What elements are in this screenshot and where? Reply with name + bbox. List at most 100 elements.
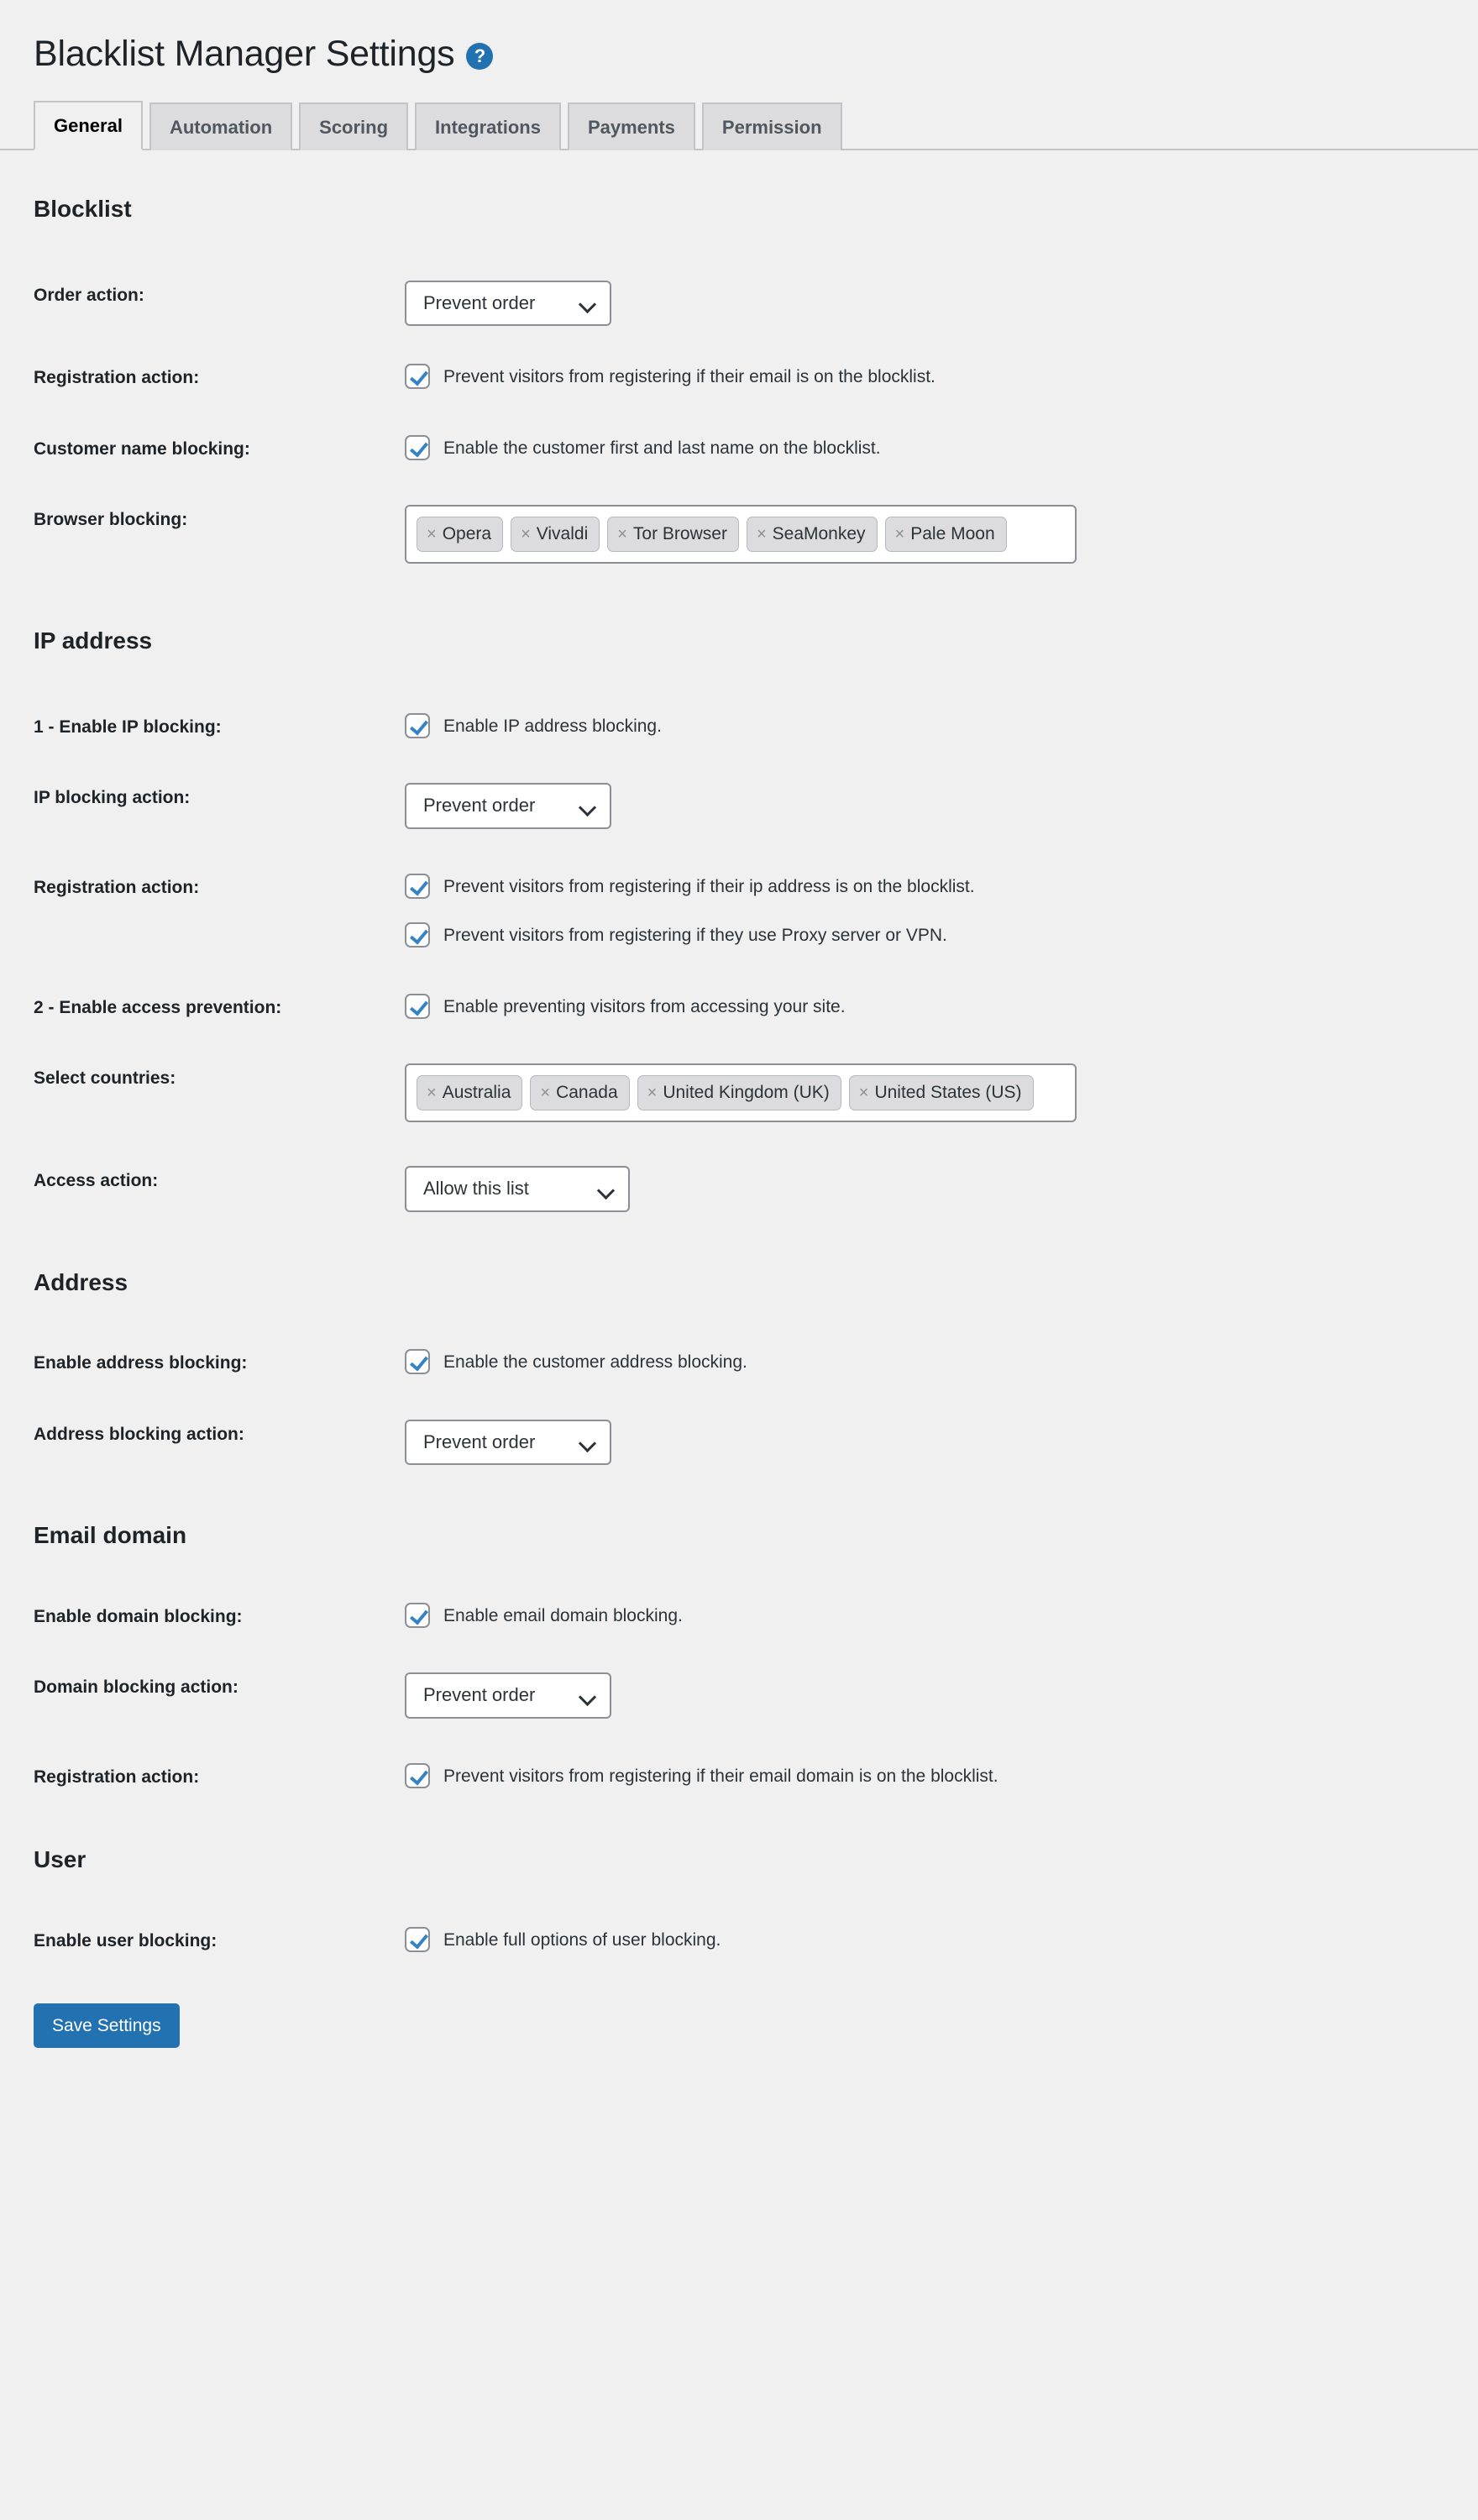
tab-integrations[interactable]: Integrations [415, 102, 561, 151]
label-registration-action-email: Registration action: [34, 368, 200, 388]
tab-payments[interactable]: Payments [567, 102, 695, 151]
field-row-domain-blocking-action: Domain blocking action: Prevent order [34, 1672, 1478, 1719]
label-order-action: Order action: [34, 285, 144, 305]
tag-label: United Kingdom (UK) [663, 1083, 830, 1103]
field-enable-ip-blocking: Enable IP address blocking. [405, 712, 1478, 739]
enable-address-blocking-checkbox-label: Enable the customer address blocking. [443, 1352, 747, 1373]
tag-item[interactable]: × United States (US) [848, 1075, 1034, 1111]
remove-tag-icon[interactable]: × [427, 526, 437, 543]
checkbox-row: Enable preventing visitors from accessin… [405, 993, 1478, 1020]
registration-proxy-vpn-checkbox[interactable] [405, 922, 430, 948]
field-select-countries: × Australia × Canada × United Kingdom (UK) … [405, 1063, 1478, 1123]
tag-label: Canada [556, 1083, 618, 1103]
tab-permission[interactable]: Permission [701, 102, 842, 151]
page-header: Blacklist Manager Settings ? [0, 0, 1478, 77]
tab-automation[interactable]: Automation [149, 102, 293, 151]
field-row-enable-access-prevention: 2 - Enable access prevention: Enable pre… [34, 993, 1478, 1020]
checkbox-row: Enable the customer first and last name … [405, 434, 1478, 461]
field-row-enable-user-blocking: Enable user blocking: Enable full option… [34, 1926, 1478, 1953]
tag-label: Tor Browser [632, 524, 727, 544]
tag-item[interactable]: × United Kingdom (UK) [637, 1075, 841, 1111]
page-title: Blacklist Manager Settings [34, 34, 455, 74]
enable-domain-blocking-checkbox[interactable] [405, 1602, 430, 1628]
select-countries-multiselect[interactable]: × Australia × Canada × United Kingdom (UK) … [405, 1063, 1077, 1123]
label-registration-action-domain: Registration action: [34, 1767, 200, 1787]
enable-domain-blocking-checkbox-label: Enable email domain blocking. [443, 1605, 683, 1625]
tag-label: Pale Moon [910, 524, 995, 544]
tag-item[interactable]: × Pale Moon [884, 517, 1007, 553]
remove-tag-icon[interactable]: × [647, 1084, 658, 1101]
save-settings-button[interactable]: Save Settings [34, 2003, 180, 2049]
checkbox-row: Enable full options of user blocking. [405, 1926, 1478, 1953]
checkbox-row: Prevent visitors from registering if the… [405, 363, 1478, 390]
order-action-select[interactable]: Prevent order [405, 280, 611, 327]
label-enable-address-blocking: Enable address blocking: [34, 1353, 248, 1373]
field-enable-access-prevention: Enable preventing visitors from accessin… [405, 993, 1478, 1020]
field-row-registration-action-ip: Registration action: Prevent visitors fr… [34, 873, 1478, 949]
address-blocking-action-select[interactable]: Prevent order [405, 1419, 611, 1466]
customer-name-blocking-checkbox[interactable] [405, 434, 430, 460]
tag-item[interactable]: × Tor Browser [607, 517, 739, 553]
chevron-down-icon [579, 1437, 596, 1447]
remove-tag-icon[interactable]: × [540, 1084, 550, 1101]
remove-tag-icon[interactable]: × [757, 526, 767, 543]
field-row-enable-address-blocking: Enable address blocking: Enable the cust… [34, 1348, 1478, 1375]
registration-proxy-vpn-checkbox-label: Prevent visitors from registering if the… [443, 926, 947, 946]
help-circle-icon[interactable]: ? [466, 42, 494, 70]
field-row-select-countries: Select countries: × Australia × Canada × Un… [34, 1063, 1478, 1123]
registration-ip-checkbox-label: Prevent visitors from registering if the… [443, 876, 975, 896]
registration-domain-checkbox-label: Prevent visitors from registering if the… [443, 1766, 998, 1786]
field-row-browser-blocking: Browser blocking: × Opera × Vivaldi × Tor B… [34, 505, 1478, 564]
label-address-blocking-action: Address blocking action: [34, 1424, 244, 1444]
label-domain-blocking-action: Domain blocking action: [34, 1677, 238, 1698]
registration-email-checkbox[interactable] [405, 364, 430, 390]
enable-user-blocking-checkbox-label: Enable full options of user blocking. [443, 1929, 721, 1950]
section-heading-user: User [34, 1846, 86, 1873]
checkbox-row: Enable IP address blocking. [405, 712, 1478, 739]
field-address-blocking-action: Prevent order [405, 1419, 1478, 1466]
field-row-customer-name-blocking: Customer name blocking: Enable the custo… [34, 434, 1478, 461]
registration-ip-checkbox[interactable] [405, 873, 430, 899]
tag-item[interactable]: × SeaMonkey [746, 517, 878, 553]
enable-ip-blocking-checkbox[interactable] [405, 712, 430, 738]
browser-blocking-multiselect[interactable]: × Opera × Vivaldi × Tor Browser × SeaMonkey … [405, 505, 1077, 564]
field-access-action: Allow this list [405, 1166, 1478, 1213]
label-access-action: Access action: [34, 1171, 159, 1191]
domain-blocking-action-select[interactable]: Prevent order [405, 1672, 611, 1719]
enable-ip-blocking-checkbox-label: Enable IP address blocking. [443, 716, 662, 736]
enable-address-blocking-checkbox[interactable] [405, 1349, 430, 1375]
field-customer-name-blocking: Enable the customer first and last name … [405, 434, 1478, 461]
chevron-down-icon [579, 801, 596, 811]
chevron-down-icon [579, 1691, 596, 1701]
remove-tag-icon[interactable]: × [427, 1084, 437, 1101]
tag-item[interactable]: × Canada [530, 1075, 630, 1111]
tag-item[interactable]: × Australia [417, 1075, 523, 1111]
enable-user-blocking-checkbox[interactable] [405, 1926, 430, 1952]
tab-scoring[interactable]: Scoring [299, 102, 409, 151]
checkbox-row: Enable the customer address blocking. [405, 1348, 1478, 1375]
registration-domain-checkbox[interactable] [405, 1762, 430, 1788]
label-registration-action-ip: Registration action: [34, 877, 200, 897]
remove-tag-icon[interactable]: × [859, 1084, 869, 1101]
label-ip-blocking-action: IP blocking action: [34, 788, 191, 808]
section-heading-ip-address: IP address [34, 627, 153, 654]
field-domain-blocking-action: Prevent order [405, 1672, 1478, 1719]
ip-blocking-action-select[interactable]: Prevent order [405, 783, 611, 829]
chevron-down-icon [598, 1184, 615, 1194]
remove-tag-icon[interactable]: × [521, 526, 531, 543]
access-action-select[interactable]: Allow this list [405, 1166, 630, 1213]
tag-item[interactable]: × Vivaldi [511, 517, 600, 553]
field-row-ip-blocking-action: IP blocking action: Prevent order [34, 783, 1478, 829]
tag-label: Australia [442, 1083, 511, 1103]
tag-item[interactable]: × Opera [417, 517, 504, 553]
section-heading-email-domain: Email domain [34, 1522, 187, 1549]
tag-label: Opera [442, 524, 492, 544]
label-select-countries: Select countries: [34, 1068, 176, 1089]
tag-label: SeaMonkey [772, 524, 866, 544]
remove-tag-icon[interactable]: × [895, 526, 905, 543]
tab-general[interactable]: General [34, 100, 143, 151]
enable-access-prevention-checkbox[interactable] [405, 993, 430, 1019]
remove-tag-icon[interactable]: × [617, 526, 627, 543]
access-action-value: Allow this list [423, 1178, 529, 1200]
label-browser-blocking: Browser blocking: [34, 510, 188, 530]
